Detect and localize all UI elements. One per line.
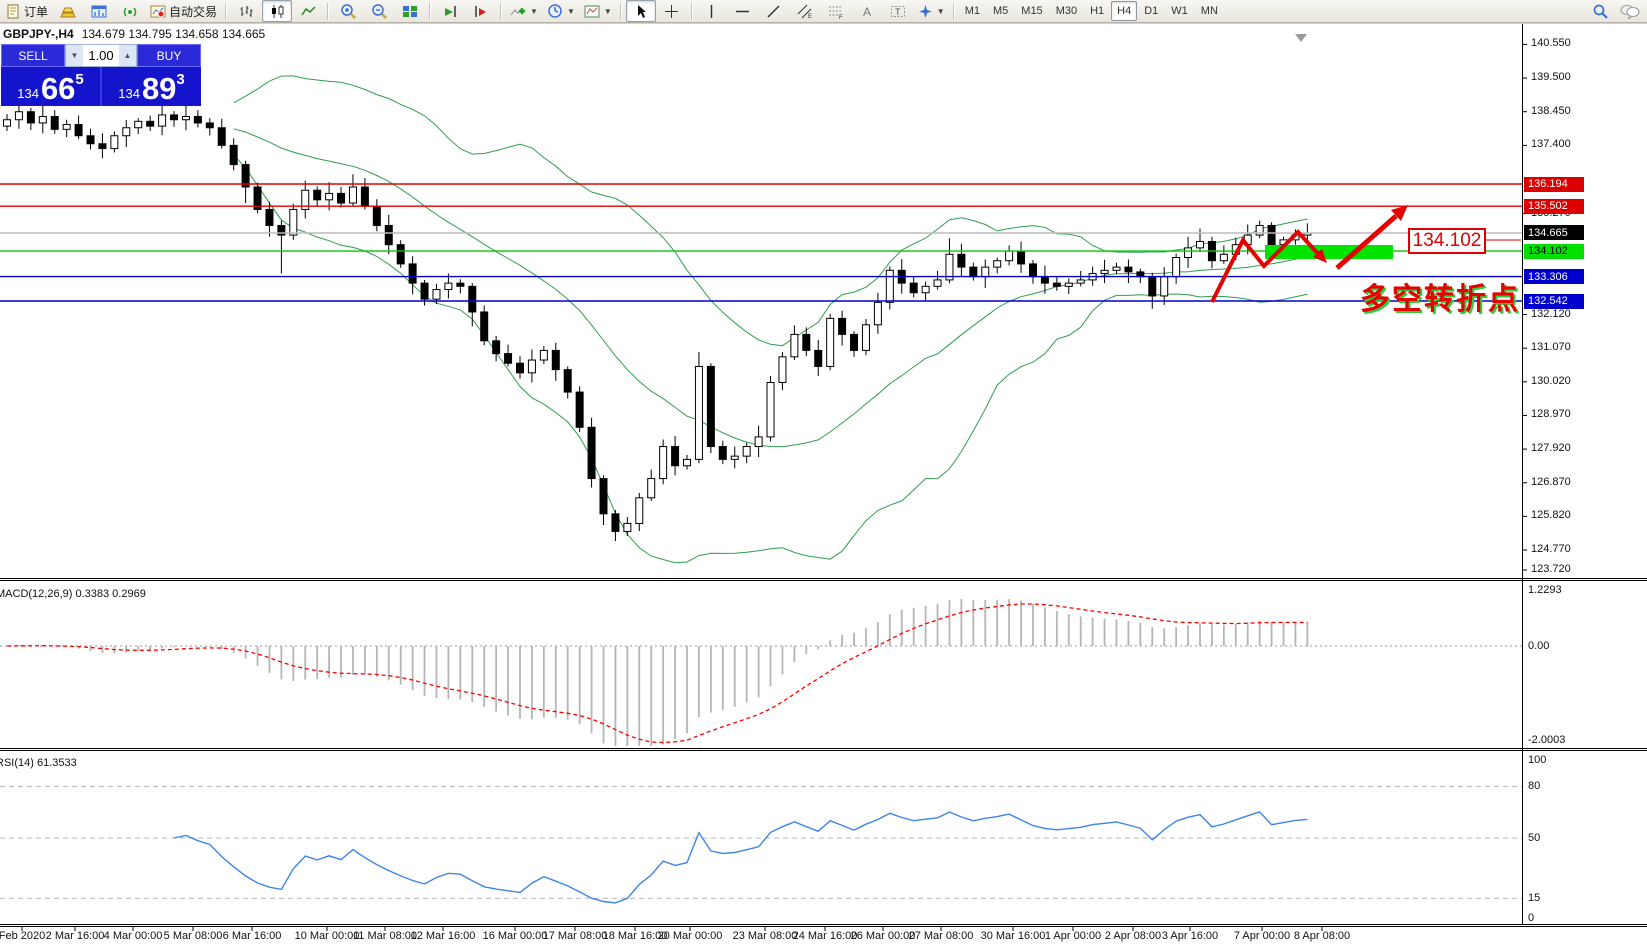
chart-shift-marker[interactable] <box>1295 34 1307 42</box>
macd-label: MACD(12,26,9) 0.3383 0.2969 <box>0 588 146 600</box>
price-tick-label: 139.500 <box>1531 71 1571 83</box>
time-tick-label: 23 Mar 08:00 <box>733 930 798 942</box>
volume-input[interactable]: 1.00 <box>83 45 119 66</box>
time-tick-label: 6 Mar 16:00 <box>223 930 282 942</box>
price-tick-label: 130.020 <box>1531 375 1571 387</box>
volume-down-button[interactable]: ▼ <box>66 45 83 66</box>
buy-price-point: 3 <box>176 65 184 95</box>
macd-signal-line <box>7 604 1307 743</box>
price-tick-label: 128.970 <box>1531 408 1571 420</box>
macd-axis-label: 1.2293 <box>1528 584 1562 596</box>
buy-price-base: 134 <box>118 84 140 104</box>
time-tick-label: 8 Apr 08:00 <box>1294 930 1350 942</box>
time-tick-label: 2 Apr 08:00 <box>1105 930 1161 942</box>
time-tick-label: 10 Mar 00:00 <box>295 930 360 942</box>
ohlc-values: 134.679 134.795 134.658 134.665 <box>82 27 266 41</box>
buy-button[interactable]: BUY <box>137 44 201 67</box>
horizontal-level-lines[interactable] <box>0 184 1522 301</box>
price-tick-label: 140.550 <box>1531 37 1571 49</box>
time-tick-label: 1 Apr 00:00 <box>1045 930 1101 942</box>
sell-price-pips: 66 <box>41 73 75 104</box>
time-tick-label: 11 Mar 08:00 <box>353 930 417 942</box>
mt4-terminal-window: 订单 自动交易 <box>0 0 1647 944</box>
sell-price-base: 134 <box>17 84 39 104</box>
rsi-axis-label: 50 <box>1528 832 1540 844</box>
time-tick-label: 30 Mar 16:00 <box>981 930 1046 942</box>
time-tick-label: 12 Mar 16:00 <box>411 930 476 942</box>
volume-up-button[interactable]: ▲ <box>119 45 136 66</box>
price-badge-134.102: 134.102 <box>1524 244 1584 259</box>
price-badge-134.665: 134.665 <box>1524 225 1584 240</box>
price-tick-label: 131.070 <box>1531 341 1571 353</box>
price-tick-label: 138.450 <box>1531 105 1571 117</box>
bollinger-bands <box>234 76 1308 563</box>
rsi-axis-label: 0 <box>1528 912 1534 924</box>
candlestick-series <box>4 102 1311 541</box>
price-tick-label: 132.120 <box>1531 308 1571 320</box>
price-tick-label: 127.920 <box>1531 442 1571 454</box>
one-click-trading-panel: SELL ▼ 1.00 ▲ BUY 134 66 5 134 89 3 <box>1 44 201 106</box>
buy-price[interactable]: 134 89 3 <box>102 67 201 106</box>
macd-axis-label: -2.0003 <box>1528 734 1565 746</box>
price-callout-box[interactable]: 134.102 <box>1408 228 1486 254</box>
time-tick-label: 5 Mar 08:00 <box>164 930 223 942</box>
sell-price-point: 5 <box>75 65 83 95</box>
rsi-axis-label: 15 <box>1528 892 1540 904</box>
time-tick-label: 7 Apr 00:00 <box>1234 930 1290 942</box>
time-tick-label: 17 Mar 08:00 <box>543 930 608 942</box>
volume-spinner: ▼ 1.00 ▲ <box>65 44 137 67</box>
sell-price[interactable]: 134 66 5 <box>1 67 100 106</box>
price-tick-label: 125.820 <box>1531 509 1571 521</box>
price-badge-132.542: 132.542 <box>1524 294 1584 309</box>
time-tick-label: 26 Mar 00:00 <box>851 930 916 942</box>
time-tick-label: 27 Mar 08:00 <box>909 930 974 942</box>
price-tick-label: 126.870 <box>1531 476 1571 488</box>
sell-button[interactable]: SELL <box>1 44 65 67</box>
symbol-period-label: GBPJPY-,H4 <box>3 27 74 41</box>
zigzag-arrow[interactable] <box>1212 232 1322 302</box>
chart-canvas[interactable] <box>0 0 1647 944</box>
time-tick-label: 24 Mar 16:00 <box>793 930 858 942</box>
rsi-line <box>174 812 1307 903</box>
macd-histogram <box>7 599 1307 746</box>
time-tick-label: 4 Mar 00:00 <box>104 930 163 942</box>
price-badge-133.306: 133.306 <box>1524 269 1584 284</box>
chart-header: GBPJPY-,H4 134.679 134.795 134.658 134.6… <box>3 27 265 41</box>
time-tick-label: Feb 2020 <box>0 930 45 942</box>
turning-point-annotation[interactable]: 多空转折点 <box>1360 274 1520 318</box>
price-badge-136.194: 136.194 <box>1524 177 1584 192</box>
projection-arrow[interactable] <box>1337 216 1396 268</box>
price-badge-135.502: 135.502 <box>1524 199 1584 214</box>
rsi-axis-label: 80 <box>1528 780 1540 792</box>
time-tick-label: 3 Apr 16:00 <box>1162 930 1218 942</box>
price-tick-label: 123.720 <box>1531 563 1571 575</box>
rsi-label: RSI(14) 61.3533 <box>0 757 77 769</box>
time-tick-label: 2 Mar 16:00 <box>46 930 105 942</box>
price-tick-label: 124.770 <box>1531 543 1571 555</box>
time-tick-label: 16 Mar 00:00 <box>483 930 548 942</box>
rsi-axis-label: 100 <box>1528 754 1546 766</box>
price-tick-label: 137.400 <box>1531 138 1571 150</box>
time-tick-label: 20 Mar 00:00 <box>658 930 723 942</box>
macd-axis-label: 0.00 <box>1528 640 1549 652</box>
buy-price-pips: 89 <box>142 73 176 104</box>
